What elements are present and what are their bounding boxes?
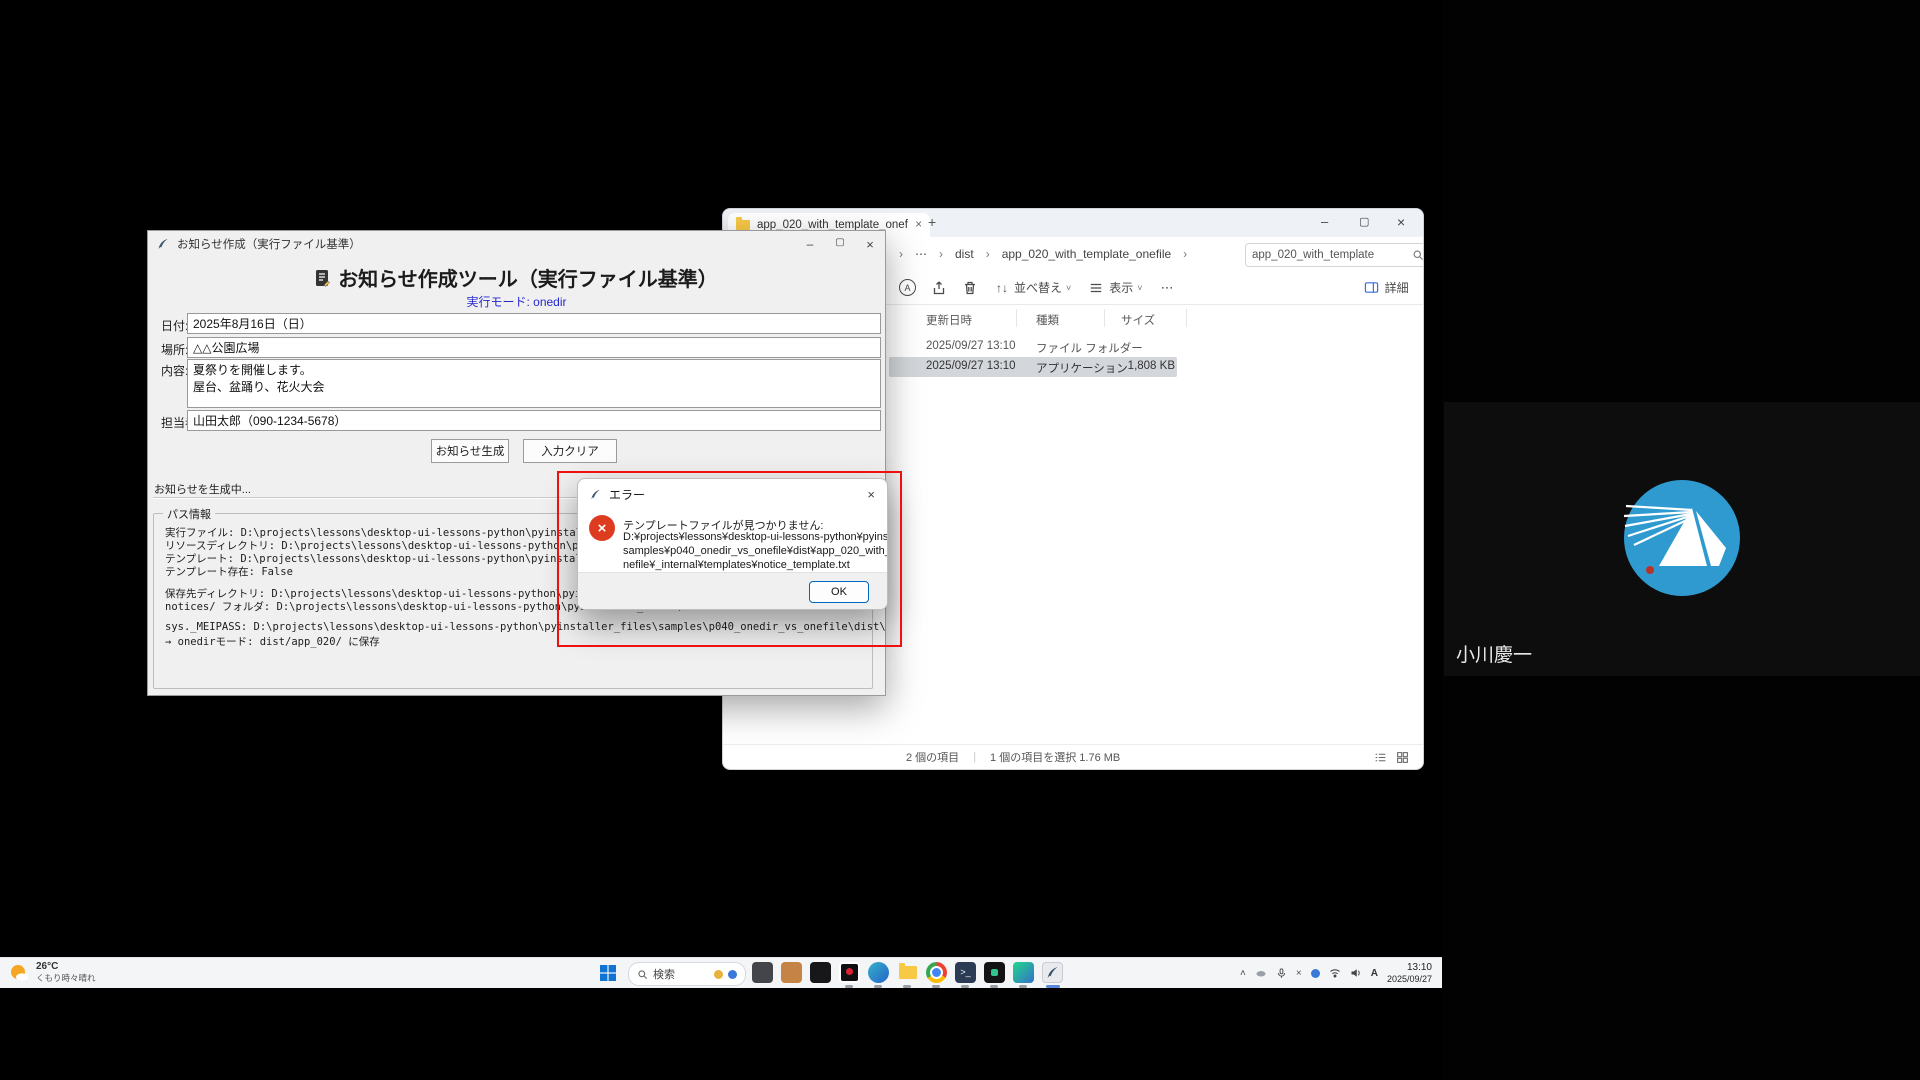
path-line: sys._MEIPASS: D:\projects\lessons\deskto… (165, 621, 886, 633)
error-dialog: エラー × × テンプレートファイルが見つかりません: D:¥projects¥… (577, 478, 888, 610)
taskbar-app-terminal[interactable]: >_ (955, 962, 976, 983)
list-view-toggle-icon[interactable] (1374, 751, 1387, 764)
chevron-down-icon: ˅ (1066, 283, 1071, 293)
dialog-title: エラー (609, 486, 645, 503)
place-label: 場所: (161, 341, 188, 358)
clear-button[interactable]: 入力クリア (523, 439, 617, 463)
tk-feather-icon (590, 489, 601, 500)
clock-widget[interactable]: 13:10 2025/09/27 (1387, 962, 1432, 984)
delete-icon[interactable] (962, 280, 978, 296)
windows-taskbar: 26°C くもり時々晴れ 検索 >_ ˄ × A 13:10 2025/09/2… (0, 957, 1442, 988)
ime-indicator[interactable]: A (1371, 968, 1378, 979)
explorer-status-bar: 2 個の項目 | 1 個の項目を選択 1.76 MB (723, 744, 1423, 769)
place-field[interactable]: △△公園広場 (187, 337, 881, 358)
minimize-button[interactable]: – (1321, 214, 1328, 229)
search-highlight-icon (714, 970, 723, 979)
tk-feather-icon (157, 238, 169, 250)
crumb-more-icon[interactable]: ⋯ (915, 247, 927, 261)
dialog-message: nefile¥_internal¥templates¥notice_templa… (623, 559, 850, 571)
presenter-avatar (1622, 478, 1742, 598)
dialog-message: D:¥projects¥lessons¥desktop-ui-lessons-p… (623, 531, 888, 543)
path-line: → onedirモード: dist/app_020/ に保存 (165, 634, 380, 649)
presenter-name: 小川慶一 (1456, 640, 1532, 667)
dialog-message: samples¥p040_onedir_vs_onefile¥dist¥app_… (623, 545, 888, 557)
weather-widget[interactable]: 26°C くもり時々晴れ (8, 961, 96, 984)
taskbar-app-edge[interactable] (868, 962, 889, 983)
dialog-title-bar[interactable]: エラー × (578, 479, 887, 509)
windows-start-icon[interactable] (600, 965, 616, 981)
close-button[interactable]: × (1397, 214, 1405, 230)
new-tab-button[interactable]: + (928, 214, 936, 230)
mode-label: 実行モード: onedir (148, 293, 885, 310)
content-label: 内容: (161, 362, 188, 379)
maximize-button[interactable]: ▢ (1359, 215, 1369, 228)
taskbar-app-python-active[interactable] (1042, 962, 1063, 983)
weather-icon (8, 962, 30, 984)
large-view-toggle-icon[interactable] (1396, 751, 1409, 764)
view-button[interactable]: 表示 (1109, 279, 1133, 296)
app-title-bar[interactable]: お知らせ作成（実行ファイル基準） – ▢ × (148, 231, 885, 257)
date-label: 日付: (161, 317, 188, 334)
taskbar-app-pycharm[interactable] (1013, 962, 1034, 983)
app-window: お知らせ作成（実行ファイル基準） – ▢ × お知らせ作成ツール（実行ファイル基… (147, 230, 886, 696)
taskbar-app-line[interactable] (810, 962, 831, 983)
explorer-search-box[interactable]: app_020_with_template (1245, 243, 1424, 267)
selection-info: 1 個の項目を選択 1.76 MB (990, 749, 1120, 765)
app-status-text: お知らせを生成中... (154, 481, 251, 497)
tray-onedrive-icon[interactable] (1255, 967, 1267, 979)
content-field[interactable]: 夏祭りを開催します。 屋台、盆踊り、花火大会 (187, 359, 881, 408)
sort-button[interactable]: 並べ替え (1014, 279, 1062, 296)
tray-volume-icon[interactable] (1350, 967, 1362, 979)
app-heading-row: お知らせ作成ツール（実行ファイル基準） (148, 263, 885, 292)
rename-icon[interactable]: A (899, 279, 916, 296)
tray-color-dot-icon[interactable] (1311, 969, 1320, 978)
details-pane-icon[interactable] (1364, 280, 1379, 295)
close-button[interactable]: × (855, 237, 885, 252)
date-field[interactable]: 2025年8月16日（日） (187, 313, 881, 334)
tray-close-icon[interactable]: × (1296, 968, 1302, 979)
share-icon[interactable] (931, 280, 947, 296)
taskbar-search-box[interactable]: 検索 (628, 962, 746, 986)
minimize-button[interactable]: – (795, 237, 825, 252)
app-title: お知らせ作成（実行ファイル基準） (177, 236, 361, 252)
column-modified[interactable]: 更新日時 (926, 312, 972, 328)
search-icon (637, 969, 648, 980)
column-type[interactable]: 種類 (1036, 312, 1059, 328)
crumb-folder[interactable]: app_020_with_template_onefile (1002, 247, 1171, 261)
ok-button[interactable]: OK (809, 581, 869, 603)
close-tab-icon[interactable]: × (915, 219, 922, 231)
more-options-icon[interactable]: ⋯ (1161, 280, 1174, 296)
app-heading: お知らせ作成ツール（実行ファイル基準） (338, 263, 718, 292)
crumb-separator: › (899, 247, 903, 261)
view-icon[interactable] (1089, 281, 1103, 295)
taskbar-app-devtool[interactable] (984, 962, 1005, 983)
details-button[interactable]: 詳細 (1385, 279, 1409, 296)
tray-chevron-up-icon[interactable]: ˄ (1240, 968, 1246, 979)
item-count: 2 個の項目 (906, 749, 959, 765)
tray-mic-icon[interactable] (1276, 967, 1287, 979)
maximize-button[interactable]: ▢ (825, 237, 855, 252)
taskbar-app-explorer[interactable] (897, 962, 918, 983)
search-highlight-icon (728, 970, 737, 979)
system-tray: ˄ × A 13:10 2025/09/27 (1240, 958, 1432, 988)
column-size[interactable]: サイズ (1121, 312, 1155, 328)
error-icon: × (589, 515, 615, 541)
path-info-title: パス情報 (163, 506, 215, 522)
tray-wifi-icon[interactable] (1329, 967, 1341, 979)
path-line: テンプレート存在: False (165, 564, 293, 579)
sort-icon[interactable]: ↑↓ (996, 281, 1008, 295)
document-icon (315, 269, 330, 287)
taskbar-app-notepad[interactable] (781, 962, 802, 983)
folder-icon (736, 220, 750, 230)
dialog-footer: OK (578, 572, 887, 609)
taskbar-app-widgets[interactable] (752, 962, 773, 983)
generate-button[interactable]: お知らせ生成 (431, 439, 509, 463)
close-icon[interactable]: × (867, 487, 875, 502)
search-icon (1412, 249, 1424, 261)
taskbar-app-obs[interactable] (839, 962, 860, 983)
taskbar-app-chrome[interactable] (926, 962, 947, 983)
chevron-down-icon: ˅ (1137, 283, 1142, 293)
crumb-dist[interactable]: dist (955, 247, 974, 261)
person-field[interactable]: 山田太郎（090-1234-5678） (187, 410, 881, 431)
